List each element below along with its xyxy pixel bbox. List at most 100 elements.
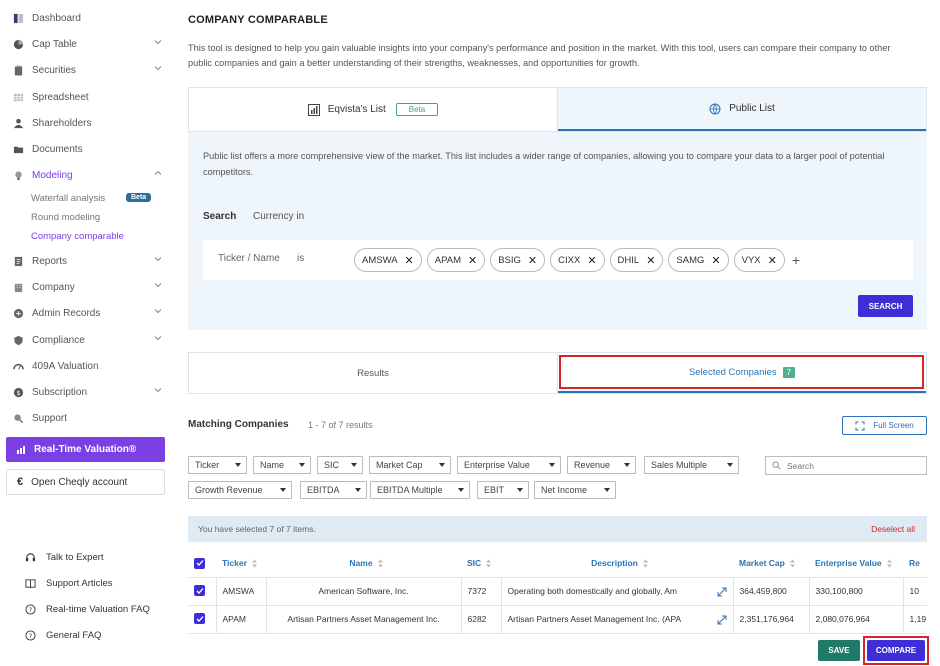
full-screen-button[interactable]: Full Screen	[842, 416, 927, 435]
real-time-valuation-button[interactable]: Real-Time Valuation®	[6, 437, 165, 462]
expand-icon[interactable]	[717, 587, 727, 597]
sidebar-item-shareholders[interactable]: Shareholders	[10, 113, 168, 133]
close-icon[interactable]: ✕	[405, 254, 414, 267]
tab-public-list[interactable]: Public List	[558, 88, 926, 131]
chip-label: BSIG	[498, 254, 521, 266]
sidebar-item-support[interactable]: Support	[10, 408, 168, 428]
save-button[interactable]: SAVE	[818, 640, 860, 661]
sidebar-item-documents[interactable]: Documents	[10, 139, 168, 159]
open-cheqly-button[interactable]: € Open Cheqly account	[6, 469, 165, 495]
cell-enterprise-value: 330,100,800	[809, 577, 904, 606]
tab-selected-companies[interactable]: Selected Companies 7	[558, 353, 926, 393]
filter-label: Net Income	[541, 485, 588, 495]
header-label: Market Cap	[739, 558, 785, 569]
sidebar-item-subscription[interactable]: $ Subscription	[10, 382, 168, 402]
cell-ticker: APAM	[216, 605, 267, 634]
chip-label: AMSWA	[362, 254, 398, 266]
filter-ticker[interactable]: Ticker	[188, 456, 247, 474]
expand-icon[interactable]	[717, 615, 727, 625]
add-ticker-icon[interactable]: +	[792, 252, 800, 268]
companies-table: Ticker Name SIC Description Market Cap E…	[188, 550, 927, 634]
cell-sic: 7372	[461, 577, 502, 606]
cell-market-cap: 364,459,800	[733, 577, 810, 606]
help-rtv-faq[interactable]: ? Real-time Valuation FAQ	[24, 603, 150, 615]
close-icon[interactable]: ✕	[468, 254, 477, 267]
filter-sic[interactable]: SIC	[317, 456, 363, 474]
tab-label: Eqvista's List	[327, 104, 386, 115]
filter-net-income[interactable]: Net Income	[534, 481, 616, 499]
expand-icon	[855, 421, 865, 430]
col-header-name[interactable]: Name	[266, 550, 461, 578]
sidebar-item-spreadsheet[interactable]: Spreadsheet	[10, 87, 168, 107]
sidebar-item-modeling[interactable]: Modeling	[10, 165, 168, 185]
select-all-checkbox[interactable]	[188, 550, 216, 578]
sidebar-item-securities[interactable]: Securities	[10, 60, 168, 80]
sidebar-item-admin-records[interactable]: Admin Records	[10, 303, 168, 323]
sidebar-sub-waterfall[interactable]: Waterfall analysis	[31, 193, 105, 204]
header-label: Ticker	[222, 558, 247, 569]
sidebar: Dashboard Cap Table Securities Spreadshe…	[0, 0, 172, 666]
sidebar-sub-round-modeling[interactable]: Round modeling	[31, 212, 100, 223]
close-icon[interactable]: ✕	[646, 254, 655, 267]
caret-down-icon	[604, 488, 610, 492]
table-search-field[interactable]	[765, 456, 927, 475]
caret-down-icon	[727, 463, 733, 467]
tab-eqvista-list[interactable]: Eqvista's List Beta	[189, 88, 558, 131]
bar-chart-icon	[307, 103, 320, 116]
cell-enterprise-value: 2,080,076,964	[809, 605, 904, 634]
filter-growth-revenue[interactable]: Growth Revenue	[188, 481, 292, 499]
filter-ebitda[interactable]: EBITDA	[300, 481, 367, 499]
sidebar-item-409a[interactable]: 409A Valuation	[10, 356, 168, 376]
caret-down-icon	[351, 463, 357, 467]
help-talk-to-expert[interactable]: Talk to Expert	[24, 551, 104, 563]
sidebar-item-label: Support	[32, 412, 68, 424]
filter-label: Revenue	[574, 460, 611, 470]
chevron-down-icon	[154, 66, 162, 71]
close-icon[interactable]: ✕	[587, 254, 596, 267]
sidebar-item-label: Dashboard	[32, 12, 81, 24]
chart-icon	[17, 445, 25, 454]
sidebar-item-dashboard[interactable]: Dashboard	[10, 8, 168, 28]
close-icon[interactable]: ✕	[711, 254, 720, 267]
sidebar-item-cap-table[interactable]: Cap Table	[10, 34, 168, 54]
compare-button[interactable]: COMPARE	[863, 636, 929, 665]
sidebar-item-label: Company	[32, 281, 75, 293]
close-icon[interactable]: ✕	[528, 254, 537, 267]
table-row[interactable]: APAM Artisan Partners Asset Management I…	[188, 605, 927, 634]
chevron-down-icon	[154, 257, 162, 262]
col-header-description[interactable]: Description	[501, 550, 733, 578]
help-support-articles[interactable]: Support Articles	[24, 577, 113, 589]
sidebar-item-compliance[interactable]: Compliance	[10, 330, 168, 350]
filter-revenue[interactable]: Revenue	[567, 456, 636, 474]
ticker-chip: DHIL ✕	[609, 248, 664, 272]
filter-market-cap[interactable]: Market Cap	[369, 456, 451, 474]
table-row[interactable]: AMSWA American Software, Inc. 7372 Opera…	[188, 577, 927, 606]
col-header-revenue[interactable]: Re	[903, 550, 927, 578]
row-checkbox[interactable]	[188, 605, 217, 634]
filter-sales-multiple[interactable]: Sales Multiple	[644, 456, 739, 474]
filter-name[interactable]: Name	[253, 456, 311, 474]
currency-label[interactable]: Currency in	[253, 211, 304, 222]
search-button[interactable]: SEARCH	[858, 295, 913, 317]
filter-ebitda-multiple[interactable]: EBITDA Multiple	[370, 481, 470, 499]
col-header-ticker[interactable]: Ticker	[216, 550, 266, 578]
sidebar-item-company[interactable]: Company	[10, 277, 168, 297]
filter-ebit[interactable]: EBIT	[477, 481, 529, 499]
close-icon[interactable]: ✕	[768, 254, 777, 267]
sidebar-sub-company-comparable[interactable]: Company comparable	[31, 231, 124, 242]
chip-label: CIXX	[558, 254, 581, 266]
row-checkbox[interactable]	[188, 577, 217, 606]
search-input[interactable]	[787, 460, 917, 471]
col-header-market-cap[interactable]: Market Cap	[733, 550, 809, 578]
check-icon	[196, 587, 203, 594]
col-header-sic[interactable]: SIC	[461, 550, 501, 578]
tab-results[interactable]: Results	[189, 353, 558, 393]
operator-label: is	[297, 253, 305, 264]
col-header-enterprise-value[interactable]: Enterprise Value	[809, 550, 903, 578]
user-icon	[12, 117, 24, 129]
sidebar-item-reports[interactable]: Reports	[10, 251, 168, 271]
filter-enterprise-value[interactable]: Enterprise Value	[457, 456, 561, 474]
help-general-faq[interactable]: ? General FAQ	[24, 629, 101, 641]
cell-name: Artisan Partners Asset Management Inc.	[266, 605, 462, 634]
deselect-all-link[interactable]: Deselect all	[871, 524, 915, 534]
